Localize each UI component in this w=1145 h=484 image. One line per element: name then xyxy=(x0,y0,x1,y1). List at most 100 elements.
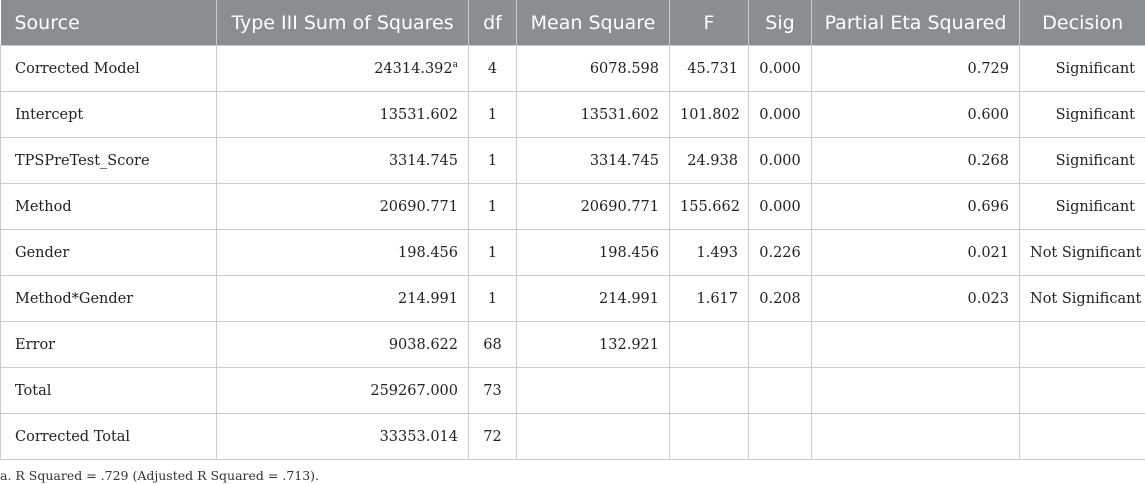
cell-partial-eta-squared: 0.600 xyxy=(811,91,1020,138)
cell-df: 4 xyxy=(468,45,517,92)
cell-sum-of-squares: 13531.602 xyxy=(216,91,469,138)
cell-source-text: TPSPreTest_Score xyxy=(15,152,150,169)
cell-sig-text: 0.000 xyxy=(759,152,801,169)
table-row: Method 20690.771 1 20690.771 155.662 0.000 0.6… xyxy=(0,183,1145,230)
header-f: F xyxy=(669,0,749,46)
cell-mean-square: 132.921 xyxy=(516,321,670,368)
cell-source-text: Intercept xyxy=(15,106,84,123)
table-row: TPSPreTest_Score 3314.745 1 3314.745 24.938 0… xyxy=(0,137,1145,184)
cell-mean-square-text: 6078.598 xyxy=(589,60,659,77)
cell-df: 68 xyxy=(468,321,517,368)
cell-mean-square xyxy=(516,367,670,414)
cell-f-text: 24.938 xyxy=(687,152,738,169)
cell-df: 1 xyxy=(468,91,517,138)
cell-f: 24.938 xyxy=(669,137,749,184)
cell-sig: 0.226 xyxy=(748,229,812,276)
cell-df-text: 1 xyxy=(487,152,498,169)
header-row: Source Type III Sum of Squares df Mean S… xyxy=(0,0,1145,46)
cell-sum-of-squares: 3314.745 xyxy=(216,137,469,184)
cell-mean-square-text: 132.921 xyxy=(599,336,659,353)
anova-table: Source Type III Sum of Squares df Mean S… xyxy=(0,0,1145,460)
cell-sum-of-squares-text: 13531.602 xyxy=(379,106,458,123)
cell-sum-of-squares-text: 214.991 xyxy=(398,290,458,307)
cell-decision-text: Not Significant xyxy=(1030,290,1142,307)
cell-sum-of-squares-text: 24314.392 xyxy=(374,60,453,77)
cell-sig: 0.000 xyxy=(748,183,812,230)
cell-mean-square: 20690.771 xyxy=(516,183,670,230)
cell-decision: Significant xyxy=(1019,183,1145,230)
header-sig: Sig xyxy=(748,0,812,46)
cell-decision-text: Significant xyxy=(1055,106,1135,123)
cell-sum-of-squares: 20690.771 xyxy=(216,183,469,230)
cell-sum-of-squares-text: 33353.014 xyxy=(379,428,458,445)
cell-f: 155.662 xyxy=(669,183,749,230)
cell-sig-text: 0.000 xyxy=(759,198,801,215)
cell-partial-eta-squared: 0.023 xyxy=(811,275,1020,322)
cell-sig: 0.000 xyxy=(748,91,812,138)
cell-decision: Significant xyxy=(1019,91,1145,138)
table-row: Error 9038.622 68 132.921 xyxy=(0,321,1145,368)
table-row: Method*Gender 214.991 1 214.991 1.617 0.208 0.… xyxy=(0,275,1145,322)
cell-mean-square-text: 214.991 xyxy=(599,290,659,307)
cell-f: 45.731 xyxy=(669,45,749,92)
cell-partial-eta-squared: 0.021 xyxy=(811,229,1020,276)
cell-decision: Not Significant xyxy=(1019,229,1145,276)
cell-source: Error xyxy=(0,321,217,368)
cell-mean-square: 6078.598 xyxy=(516,45,670,92)
cell-partial-eta-squared xyxy=(811,367,1020,414)
cell-sig-text: 0.208 xyxy=(759,290,801,307)
cell-mean-square-text: 13531.602 xyxy=(580,106,659,123)
cell-f-text: 155.662 xyxy=(680,198,740,215)
cell-sum-of-squares-text: 198.456 xyxy=(398,244,458,261)
cell-decision xyxy=(1019,367,1145,414)
cell-sig: 0.000 xyxy=(748,137,812,184)
cell-mean-square: 198.456 xyxy=(516,229,670,276)
cell-source: Method xyxy=(0,183,217,230)
cell-decision: Significant xyxy=(1019,45,1145,92)
cell-f xyxy=(669,413,749,460)
cell-sig-text: 0.000 xyxy=(759,60,801,77)
table-row: Corrected Model 24314.392a 4 6078.598 45.731… xyxy=(0,45,1145,92)
cell-decision-text: Significant xyxy=(1055,198,1135,215)
cell-df-text: 68 xyxy=(483,336,502,353)
cell-df: 73 xyxy=(468,367,517,414)
cell-partial-eta-squared-text: 0.023 xyxy=(967,290,1009,307)
cell-sig: 0.208 xyxy=(748,275,812,322)
cell-df-text: 1 xyxy=(487,106,498,123)
cell-decision xyxy=(1019,321,1145,368)
cell-sum-of-squares: 24314.392a xyxy=(216,45,469,92)
header-decision: Decision xyxy=(1019,0,1145,46)
header-sum-of-squares: Type III Sum of Squares xyxy=(216,0,469,46)
cell-f xyxy=(669,321,749,368)
cell-mean-square-text: 3314.745 xyxy=(589,152,659,169)
cell-source: Total xyxy=(0,367,217,414)
cell-f xyxy=(669,367,749,414)
cell-mean-square: 13531.602 xyxy=(516,91,670,138)
cell-partial-eta-squared: 0.268 xyxy=(811,137,1020,184)
cell-sum-of-squares: 259267.000 xyxy=(216,367,469,414)
cell-sig: 0.000 xyxy=(748,45,812,92)
header-source: Source xyxy=(0,0,217,46)
cell-mean-square-text: 198.456 xyxy=(599,244,659,261)
cell-sum-of-squares-text: 259267.000 xyxy=(370,382,458,399)
cell-df-text: 72 xyxy=(483,428,502,445)
cell-sig xyxy=(748,321,812,368)
cell-partial-eta-squared xyxy=(811,321,1020,368)
table-footnote: a. R Squared = .729 (Adjusted R Squared … xyxy=(0,468,320,483)
cell-sum-of-squares-text: 3314.745 xyxy=(388,152,458,169)
cell-df-text: 1 xyxy=(487,244,498,261)
cell-decision: Significant xyxy=(1019,137,1145,184)
cell-sig xyxy=(748,367,812,414)
cell-decision-text: Not Significant xyxy=(1030,244,1142,261)
cell-df: 1 xyxy=(468,229,517,276)
cell-df: 1 xyxy=(468,275,517,322)
header-mean-square: Mean Square xyxy=(516,0,670,46)
cell-source-text: Error xyxy=(15,336,56,353)
cell-source-text: Method*Gender xyxy=(15,290,134,307)
header-partial-eta-squared: Partial Eta Squared xyxy=(811,0,1020,46)
cell-source-text: Corrected Total xyxy=(15,428,131,445)
cell-partial-eta-squared-text: 0.696 xyxy=(967,198,1009,215)
cell-f: 1.493 xyxy=(669,229,749,276)
cell-source: Intercept xyxy=(0,91,217,138)
cell-source-text: Corrected Model xyxy=(15,60,140,77)
